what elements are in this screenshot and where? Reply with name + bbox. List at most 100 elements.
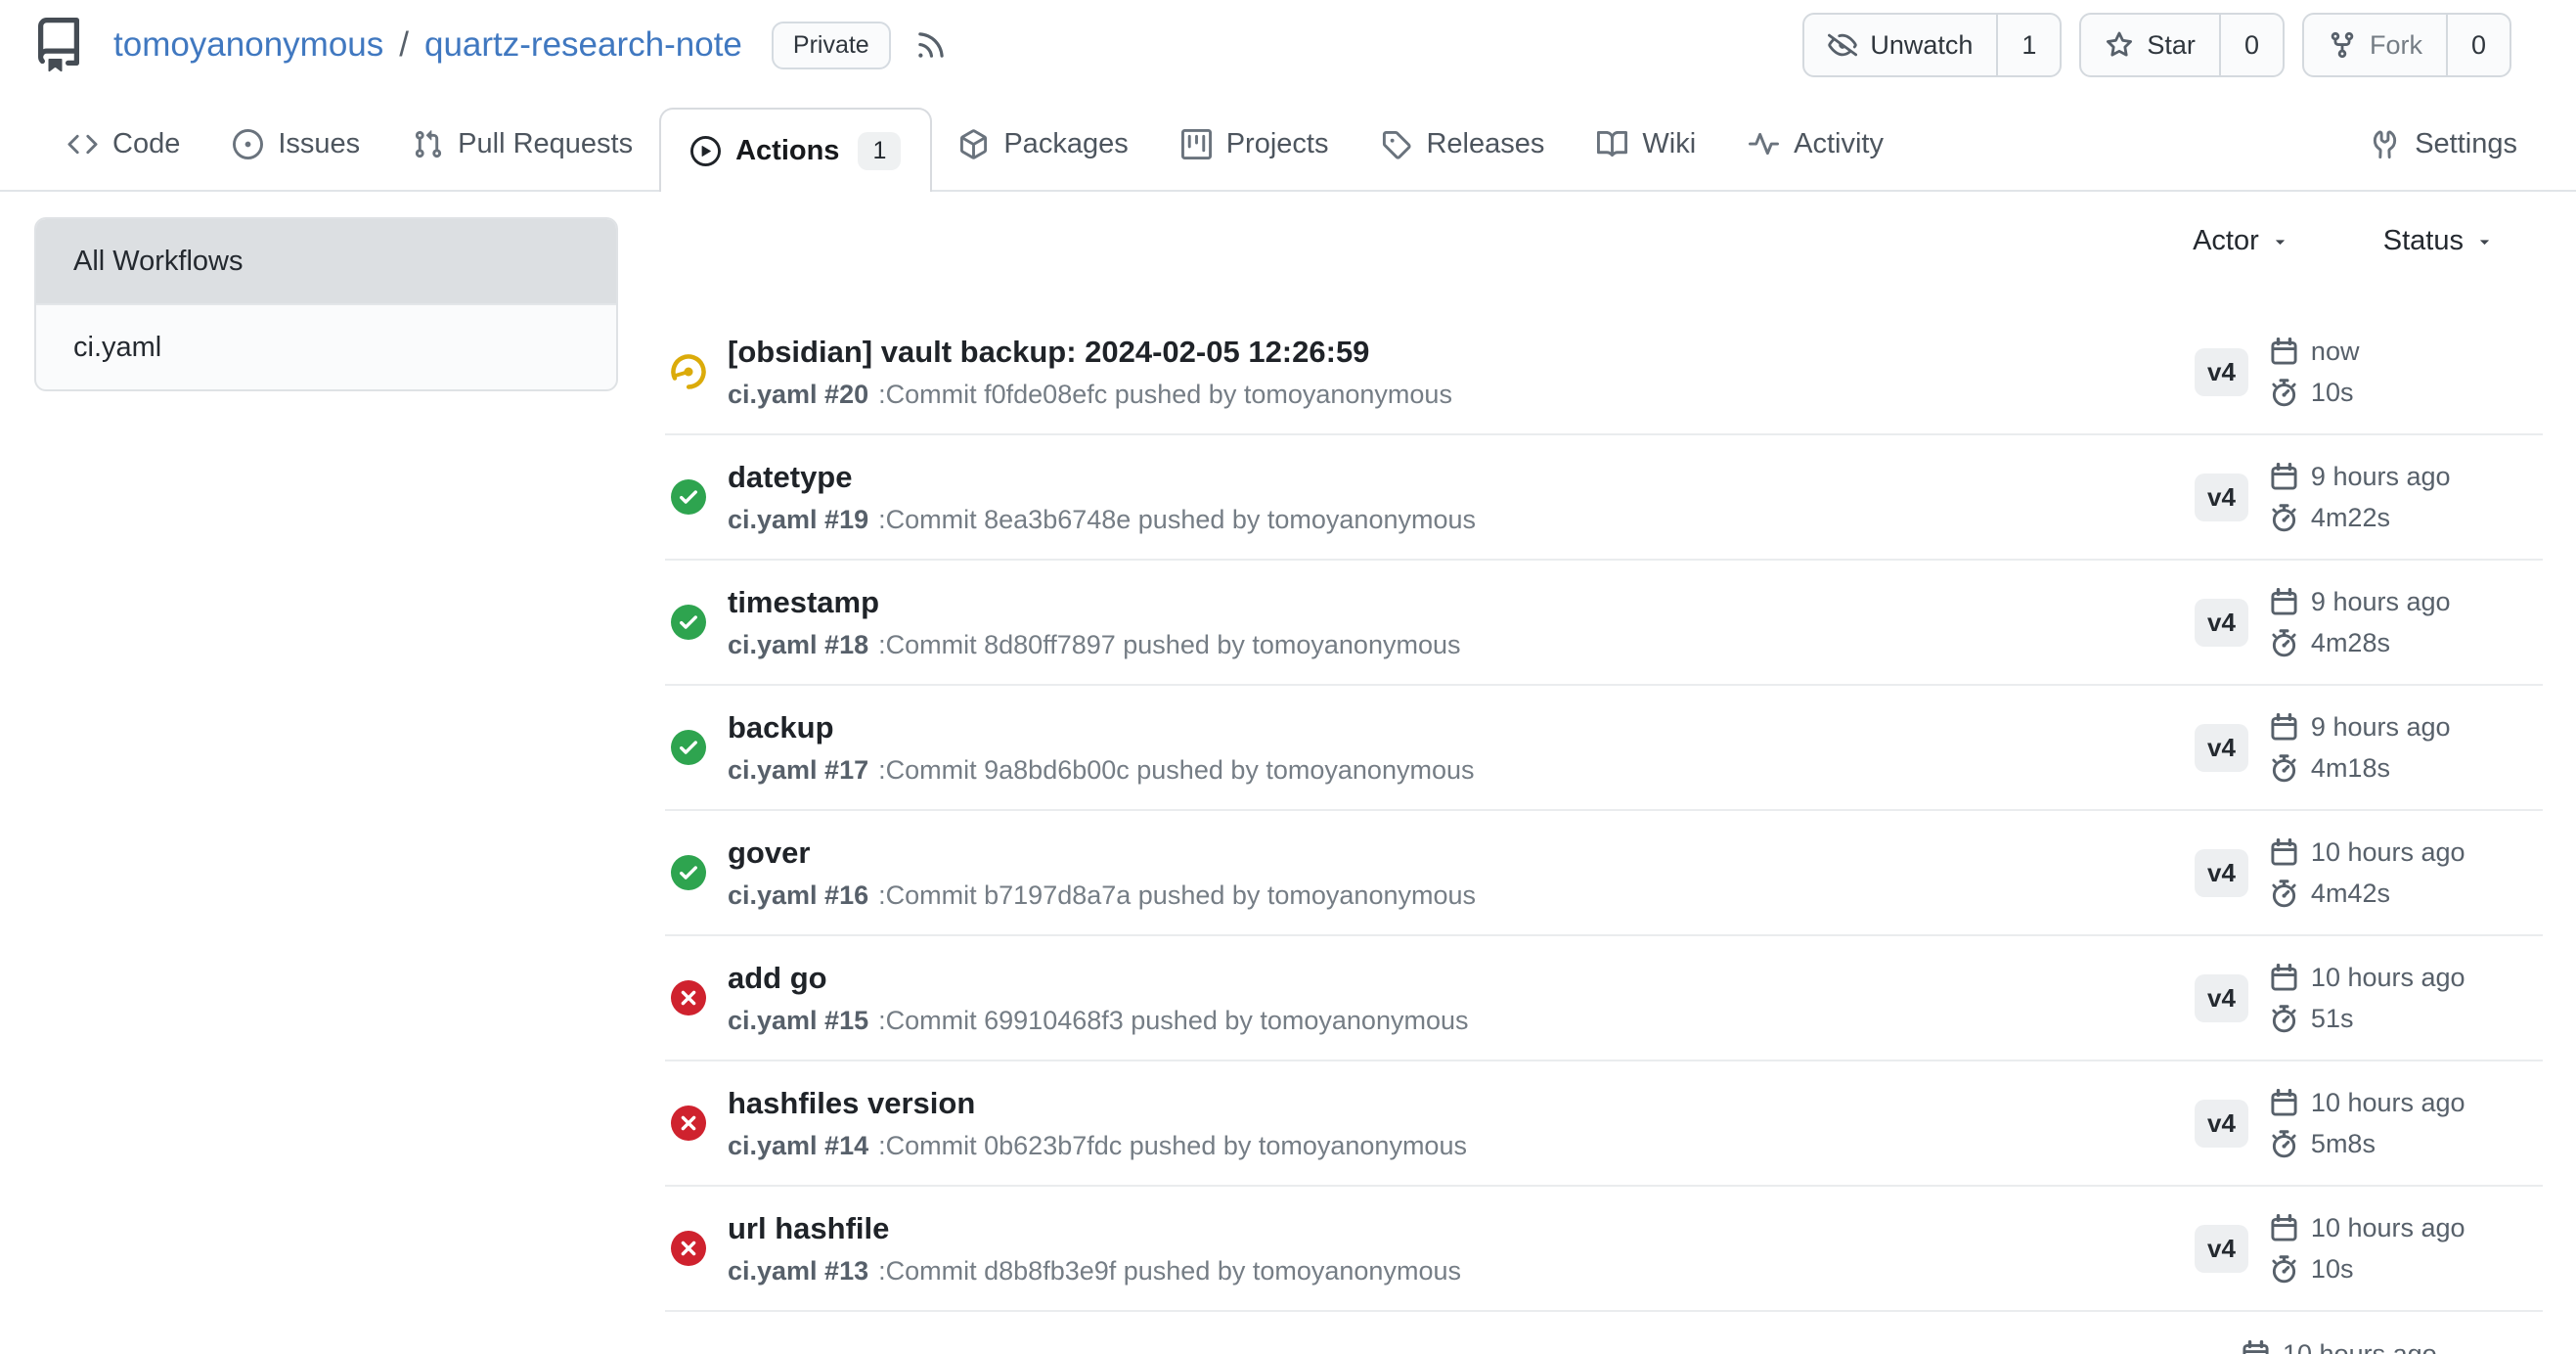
tab-activity[interactable]: Activity bbox=[1722, 128, 1910, 160]
run-workflow-ref[interactable]: ci.yaml #13 bbox=[728, 1256, 868, 1286]
calendar-icon bbox=[2270, 838, 2298, 867]
run-workflow-ref[interactable]: ci.yaml #18 bbox=[728, 630, 868, 660]
tab-actions[interactable]: Actions1 bbox=[659, 108, 932, 192]
run-meta: v4 9 hours ago 4m28s bbox=[2195, 587, 2543, 658]
run-commit-description: :Commit 8ea3b6748e pushed by tomoyanonym… bbox=[878, 505, 1476, 535]
tab-issues[interactable]: Issues bbox=[206, 128, 386, 160]
runner-version-badge: v4 bbox=[2195, 724, 2248, 772]
run-title-link[interactable]: url hashfile bbox=[728, 1211, 1461, 1246]
workflows-sidebar: All Workflowsci.yaml bbox=[34, 217, 618, 391]
run-workflow-ref[interactable]: ci.yaml #17 bbox=[728, 755, 868, 786]
run-times: 10 hours ago 5m8s bbox=[2270, 1088, 2465, 1159]
success-status-icon bbox=[671, 730, 706, 765]
repo-nav: Code IssuesPull RequestsActions1Packages P… bbox=[0, 98, 2576, 192]
run-time-text: 10 hours ago bbox=[2311, 963, 2465, 993]
calendar-icon bbox=[2270, 964, 2298, 992]
run-time-text: now bbox=[2311, 337, 2360, 367]
run-times: 9 hours ago 4m22s bbox=[2270, 462, 2451, 533]
run-duration-text: 5m8s bbox=[2311, 1129, 2376, 1159]
run-commit-description: :Commit 8d80ff7897 pushed by tomoyanonym… bbox=[878, 630, 1460, 660]
fork-button[interactable]: Fork bbox=[2304, 15, 2446, 75]
run-duration: 4m22s bbox=[2270, 503, 2451, 533]
run-times: 9 hours ago 4m18s bbox=[2270, 712, 2451, 784]
repo-action-buttons: Unwatch1Star0Fork0 bbox=[1802, 13, 2511, 77]
run-subtitle: ci.yaml #13 :Commit d8b8fb3e9f pushed by… bbox=[728, 1256, 1461, 1286]
run-times: 10 hours ago 4m42s bbox=[2270, 837, 2465, 909]
run-title-link[interactable]: gover bbox=[728, 835, 1476, 871]
run-title-link[interactable]: hashfiles version bbox=[728, 1086, 1467, 1121]
run-duration-text: 4m42s bbox=[2311, 879, 2390, 909]
unwatch-button[interactable]: Unwatch bbox=[1804, 15, 1996, 75]
star-button[interactable]: Star bbox=[2081, 15, 2219, 75]
workflow-run-row: datetype ci.yaml #19 :Commit 8ea3b6748e … bbox=[665, 435, 2543, 561]
actor-filter-label: Actor bbox=[2193, 225, 2259, 257]
pulse-icon bbox=[1749, 129, 1779, 159]
run-title-link[interactable]: datetype bbox=[728, 460, 1476, 495]
run-time-text: 9 hours ago bbox=[2311, 712, 2451, 743]
run-commit-description: :Commit 0b623b7fdc pushed by tomoyanonym… bbox=[878, 1131, 1467, 1161]
fork-button-group: Fork 0 bbox=[2302, 13, 2511, 77]
fork-icon bbox=[2328, 30, 2357, 60]
run-workflow-ref[interactable]: ci.yaml #14 bbox=[728, 1131, 868, 1161]
workflow-run-row: [obsidian] vault backup: 2024-02-05 12:2… bbox=[665, 310, 2543, 435]
tab-label: Activity bbox=[1794, 128, 1884, 160]
rss-feed-icon[interactable] bbox=[914, 28, 948, 62]
run-started-time: now bbox=[2270, 337, 2360, 367]
run-title-link[interactable]: [obsidian] vault backup: 2024-02-05 12:2… bbox=[728, 335, 1452, 370]
run-started-time: 10 hours ago bbox=[2270, 1088, 2465, 1118]
sidebar-item-ci.yaml[interactable]: ci.yaml bbox=[36, 305, 616, 389]
tab-pull-requests[interactable]: Pull Requests bbox=[386, 128, 659, 160]
run-summary: [obsidian] vault backup: 2024-02-05 12:2… bbox=[728, 335, 1452, 410]
tab-label: Code bbox=[112, 128, 180, 160]
run-workflow-ref[interactable]: ci.yaml #15 bbox=[728, 1006, 868, 1036]
repo-owner-link[interactable]: tomoyanonymous bbox=[113, 25, 383, 65]
star-count[interactable]: 0 bbox=[2219, 15, 2283, 75]
run-title-link[interactable]: backup bbox=[728, 710, 1474, 745]
run-duration: 4m42s bbox=[2270, 879, 2465, 909]
sidebar-item-all-workflows[interactable]: All Workflows bbox=[36, 219, 616, 305]
run-started-time: 9 hours ago bbox=[2270, 712, 2451, 743]
run-filters: Actor Status bbox=[665, 225, 2543, 257]
runner-version-badge: v4 bbox=[2195, 474, 2248, 521]
tab-settings[interactable]: Settings bbox=[2370, 128, 2517, 160]
stopwatch-icon bbox=[2270, 1255, 2298, 1284]
run-time-text: 10 hours ago bbox=[2311, 837, 2465, 868]
success-status-icon bbox=[671, 479, 706, 515]
runner-version-badge: v4 bbox=[2195, 849, 2248, 897]
tab-releases[interactable]: Releases bbox=[1355, 128, 1571, 160]
run-workflow-ref[interactable]: ci.yaml #16 bbox=[728, 880, 868, 911]
runner-version-badge: v4 bbox=[2195, 1100, 2248, 1148]
run-duration: 51s bbox=[2270, 1004, 2465, 1034]
book-icon bbox=[1597, 129, 1627, 159]
workflow-run-row: hashfiles version ci.yaml #14 :Commit 0b… bbox=[665, 1061, 2543, 1187]
unwatch-count[interactable]: 1 bbox=[1996, 15, 2060, 75]
run-workflow-ref[interactable]: ci.yaml #19 bbox=[728, 505, 868, 535]
run-time-text: 10 hours ago bbox=[2311, 1088, 2465, 1118]
package-icon bbox=[958, 129, 989, 159]
tab-projects[interactable]: Projects bbox=[1155, 128, 1355, 160]
run-workflow-ref[interactable]: ci.yaml #20 bbox=[728, 380, 868, 410]
project-board-icon bbox=[1181, 129, 1212, 159]
tab-label: Settings bbox=[2415, 128, 2517, 160]
stopwatch-icon bbox=[2270, 754, 2298, 783]
tab-label: Projects bbox=[1226, 128, 1329, 160]
tab-code[interactable]: Code bbox=[41, 128, 206, 160]
run-title-link[interactable]: timestamp bbox=[728, 585, 1460, 620]
failure-status-icon bbox=[671, 1231, 706, 1266]
repo-name-link[interactable]: quartz-research-note bbox=[424, 25, 742, 65]
run-started-time: 10 hours ago bbox=[2270, 837, 2465, 868]
run-summary: add go ci.yaml #15 :Commit 69910468f3 pu… bbox=[728, 961, 1469, 1036]
in-progress-status-icon bbox=[671, 354, 706, 389]
run-times: 10 hours ago 51s bbox=[2270, 963, 2465, 1034]
actor-filter-dropdown[interactable]: Actor bbox=[2193, 225, 2289, 257]
fork-label: Fork bbox=[2370, 30, 2422, 61]
calendar-icon bbox=[2270, 1089, 2298, 1117]
fork-count[interactable]: 0 bbox=[2446, 15, 2509, 75]
status-filter-dropdown[interactable]: Status bbox=[2383, 225, 2494, 257]
success-status-icon bbox=[671, 605, 706, 640]
tab-label: Wiki bbox=[1642, 128, 1696, 160]
calendar-icon bbox=[2270, 713, 2298, 742]
tab-packages[interactable]: Packages bbox=[932, 128, 1154, 160]
run-title-link[interactable]: add go bbox=[728, 961, 1469, 996]
tab-wiki[interactable]: Wiki bbox=[1571, 128, 1722, 160]
